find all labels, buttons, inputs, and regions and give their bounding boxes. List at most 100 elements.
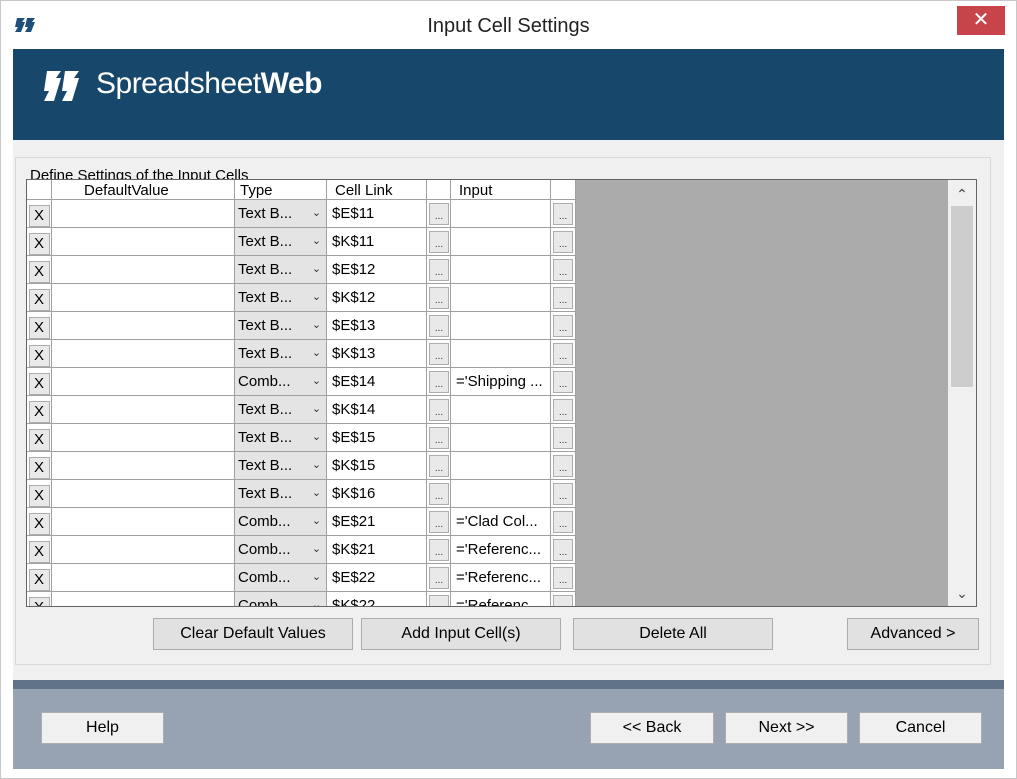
cell-link-cell[interactable]: $K$14 xyxy=(327,396,427,424)
input-cell[interactable] xyxy=(451,424,551,452)
scroll-up-icon[interactable]: ⌃ xyxy=(948,180,976,206)
input-cell[interactable] xyxy=(451,340,551,368)
chevron-down-icon[interactable]: ⌄ xyxy=(308,396,325,423)
chevron-down-icon[interactable]: ⌄ xyxy=(308,312,325,339)
help-button[interactable]: Help xyxy=(41,712,164,744)
next-button[interactable]: Next >> xyxy=(725,712,848,744)
remove-row-button[interactable]: X xyxy=(28,317,50,339)
default-value-cell[interactable] xyxy=(52,508,235,536)
cell-link-browse-button[interactable]: ... xyxy=(429,427,449,449)
remove-row-button[interactable]: X xyxy=(28,261,50,283)
chevron-down-icon[interactable]: ⌄ xyxy=(308,284,325,311)
input-browse-button[interactable]: ... xyxy=(553,595,573,606)
input-cell[interactable] xyxy=(451,200,551,228)
input-browse-button[interactable]: ... xyxy=(553,259,573,281)
chevron-down-icon[interactable]: ⌄ xyxy=(308,228,325,255)
remove-row-button[interactable]: X xyxy=(28,569,50,591)
header-type[interactable]: Type xyxy=(235,180,327,200)
input-browse-button[interactable]: ... xyxy=(553,455,573,477)
type-select[interactable]: Text B... ⌄ xyxy=(235,256,327,284)
remove-row-button[interactable]: X xyxy=(28,429,50,451)
remove-row-button[interactable]: X xyxy=(28,233,50,255)
cell-link-browse-button[interactable]: ... xyxy=(429,371,449,393)
input-browse-button[interactable]: ... xyxy=(553,539,573,561)
cell-link-cell[interactable]: $K$22 xyxy=(327,592,427,606)
remove-row-button[interactable]: X xyxy=(28,401,50,423)
delete-all-button[interactable]: Delete All xyxy=(573,618,773,650)
default-value-cell[interactable] xyxy=(52,536,235,564)
cell-link-cell[interactable]: $K$21 xyxy=(327,536,427,564)
input-cell[interactable] xyxy=(451,452,551,480)
default-value-cell[interactable] xyxy=(52,480,235,508)
back-button[interactable]: << Back xyxy=(590,712,714,744)
cell-link-browse-button[interactable]: ... xyxy=(429,539,449,561)
default-value-cell[interactable] xyxy=(52,592,235,606)
chevron-down-icon[interactable]: ⌄ xyxy=(308,424,325,451)
cancel-button[interactable]: Cancel xyxy=(859,712,982,744)
input-browse-button[interactable]: ... xyxy=(553,343,573,365)
type-select[interactable]: Text B... ⌄ xyxy=(235,284,327,312)
input-cell[interactable] xyxy=(451,312,551,340)
default-value-cell[interactable] xyxy=(52,256,235,284)
input-cell[interactable] xyxy=(451,256,551,284)
cell-link-browse-button[interactable]: ... xyxy=(429,399,449,421)
cell-link-browse-button[interactable]: ... xyxy=(429,287,449,309)
cell-link-cell[interactable]: $K$13 xyxy=(327,340,427,368)
cell-link-cell[interactable]: $E$11 xyxy=(327,200,427,228)
type-select[interactable]: Comb... ⌄ xyxy=(235,536,327,564)
input-browse-button[interactable]: ... xyxy=(553,231,573,253)
type-select[interactable]: Text B... ⌄ xyxy=(235,396,327,424)
chevron-down-icon[interactable]: ⌄ xyxy=(308,508,325,535)
chevron-down-icon[interactable]: ⌄ xyxy=(308,200,325,227)
default-value-cell[interactable] xyxy=(52,424,235,452)
input-browse-button[interactable]: ... xyxy=(553,483,573,505)
remove-row-button[interactable]: X xyxy=(28,205,50,227)
cell-link-browse-button[interactable]: ... xyxy=(429,259,449,281)
type-select[interactable]: Text B... ⌄ xyxy=(235,424,327,452)
header-cell-link[interactable]: Cell Link xyxy=(327,180,427,200)
header-default-value[interactable]: DefaultValue xyxy=(52,180,235,200)
cell-link-browse-button[interactable]: ... xyxy=(429,595,449,606)
cell-link-cell[interactable]: $E$13 xyxy=(327,312,427,340)
type-select[interactable]: Comb... ⌄ xyxy=(235,564,327,592)
chevron-down-icon[interactable]: ⌄ xyxy=(308,256,325,283)
type-select[interactable]: Text B... ⌄ xyxy=(235,340,327,368)
cell-link-browse-button[interactable]: ... xyxy=(429,343,449,365)
cell-link-cell[interactable]: $E$14 xyxy=(327,368,427,396)
default-value-cell[interactable] xyxy=(52,284,235,312)
input-browse-button[interactable]: ... xyxy=(553,511,573,533)
input-cell[interactable] xyxy=(451,284,551,312)
cell-link-cell[interactable]: $K$12 xyxy=(327,284,427,312)
cell-link-browse-button[interactable]: ... xyxy=(429,567,449,589)
cell-link-cell[interactable]: $E$12 xyxy=(327,256,427,284)
remove-row-button[interactable]: X xyxy=(28,289,50,311)
cell-link-cell[interactable]: $K$15 xyxy=(327,452,427,480)
cell-link-browse-button[interactable]: ... xyxy=(429,315,449,337)
default-value-cell[interactable] xyxy=(52,368,235,396)
type-select[interactable]: Comb... ⌄ xyxy=(235,592,327,606)
remove-row-button[interactable]: X xyxy=(28,373,50,395)
cell-link-cell[interactable]: $E$21 xyxy=(327,508,427,536)
cell-link-cell[interactable]: $E$22 xyxy=(327,564,427,592)
clear-default-values-button[interactable]: Clear Default Values xyxy=(153,618,353,650)
type-select[interactable]: Comb... ⌄ xyxy=(235,368,327,396)
input-browse-button[interactable]: ... xyxy=(553,371,573,393)
input-cell[interactable]: ='Shipping ... xyxy=(451,368,551,396)
type-select[interactable]: Text B... ⌄ xyxy=(235,452,327,480)
cell-link-browse-button[interactable]: ... xyxy=(429,203,449,225)
chevron-down-icon[interactable]: ⌄ xyxy=(308,536,325,563)
input-cell[interactable]: ='Referenc... xyxy=(451,536,551,564)
default-value-cell[interactable] xyxy=(52,564,235,592)
default-value-cell[interactable] xyxy=(52,452,235,480)
type-select[interactable]: Comb... ⌄ xyxy=(235,508,327,536)
input-browse-button[interactable]: ... xyxy=(553,287,573,309)
input-cell[interactable] xyxy=(451,396,551,424)
type-select[interactable]: Text B... ⌄ xyxy=(235,228,327,256)
cell-link-browse-button[interactable]: ... xyxy=(429,455,449,477)
scroll-thumb[interactable] xyxy=(951,206,973,387)
remove-row-button[interactable]: X xyxy=(28,485,50,507)
default-value-cell[interactable] xyxy=(52,228,235,256)
header-input[interactable]: Input xyxy=(451,180,551,200)
cell-link-browse-button[interactable]: ... xyxy=(429,483,449,505)
remove-row-button[interactable]: X xyxy=(28,345,50,367)
